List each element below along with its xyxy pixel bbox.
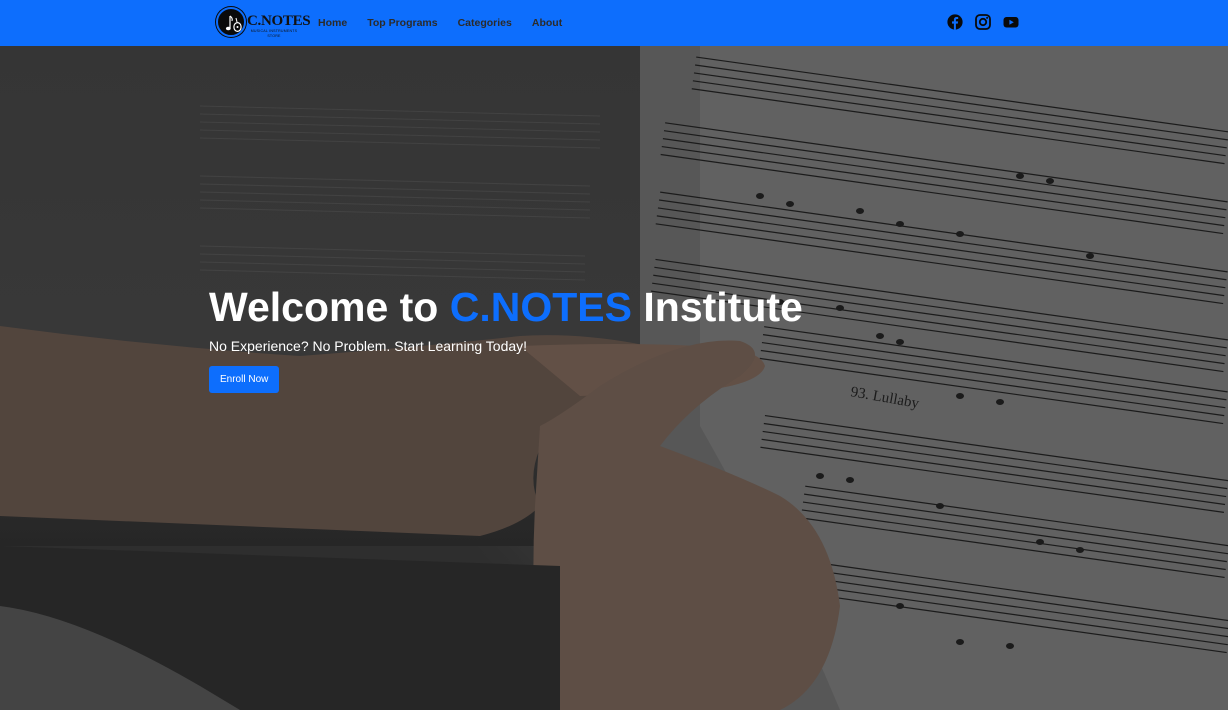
nav-link-categories[interactable]: Categories xyxy=(458,17,512,29)
main-nav: Home Top Programs Categories About xyxy=(318,0,582,46)
site-logo[interactable]: C.NOTES MUSICAL INSTRUMENTS STORE xyxy=(216,5,311,41)
hero-section: 93. Lullaby Welcome to C.NOTES Institute… xyxy=(0,46,1228,710)
hero-title-suffix: Institute xyxy=(632,284,803,330)
instagram-icon[interactable] xyxy=(974,13,992,31)
navbar: C.NOTES MUSICAL INSTRUMENTS STORE Home T… xyxy=(0,0,1228,46)
nav-link-home[interactable]: Home xyxy=(318,17,347,29)
guitar-music-logo-icon xyxy=(216,7,246,37)
logo-brand-text: C.NOTES xyxy=(247,13,311,29)
youtube-icon[interactable] xyxy=(1002,13,1020,31)
logo-tagline: MUSICAL INSTRUMENTS STORE xyxy=(250,29,298,38)
hero-title-prefix: Welcome to xyxy=(209,284,450,330)
facebook-icon[interactable] xyxy=(946,13,964,31)
enroll-now-button[interactable]: Enroll Now xyxy=(209,366,280,393)
nav-link-top-programs[interactable]: Top Programs xyxy=(367,17,437,29)
hero-title: Welcome to C.NOTES Institute xyxy=(209,284,803,330)
hero-title-brand: C.NOTES xyxy=(449,284,632,330)
hero-subtitle: No Experience? No Problem. Start Learnin… xyxy=(209,338,528,354)
social-links xyxy=(946,13,1020,31)
nav-link-about[interactable]: About xyxy=(532,17,562,29)
hero-content: Welcome to C.NOTES Institute No Experien… xyxy=(209,284,803,393)
